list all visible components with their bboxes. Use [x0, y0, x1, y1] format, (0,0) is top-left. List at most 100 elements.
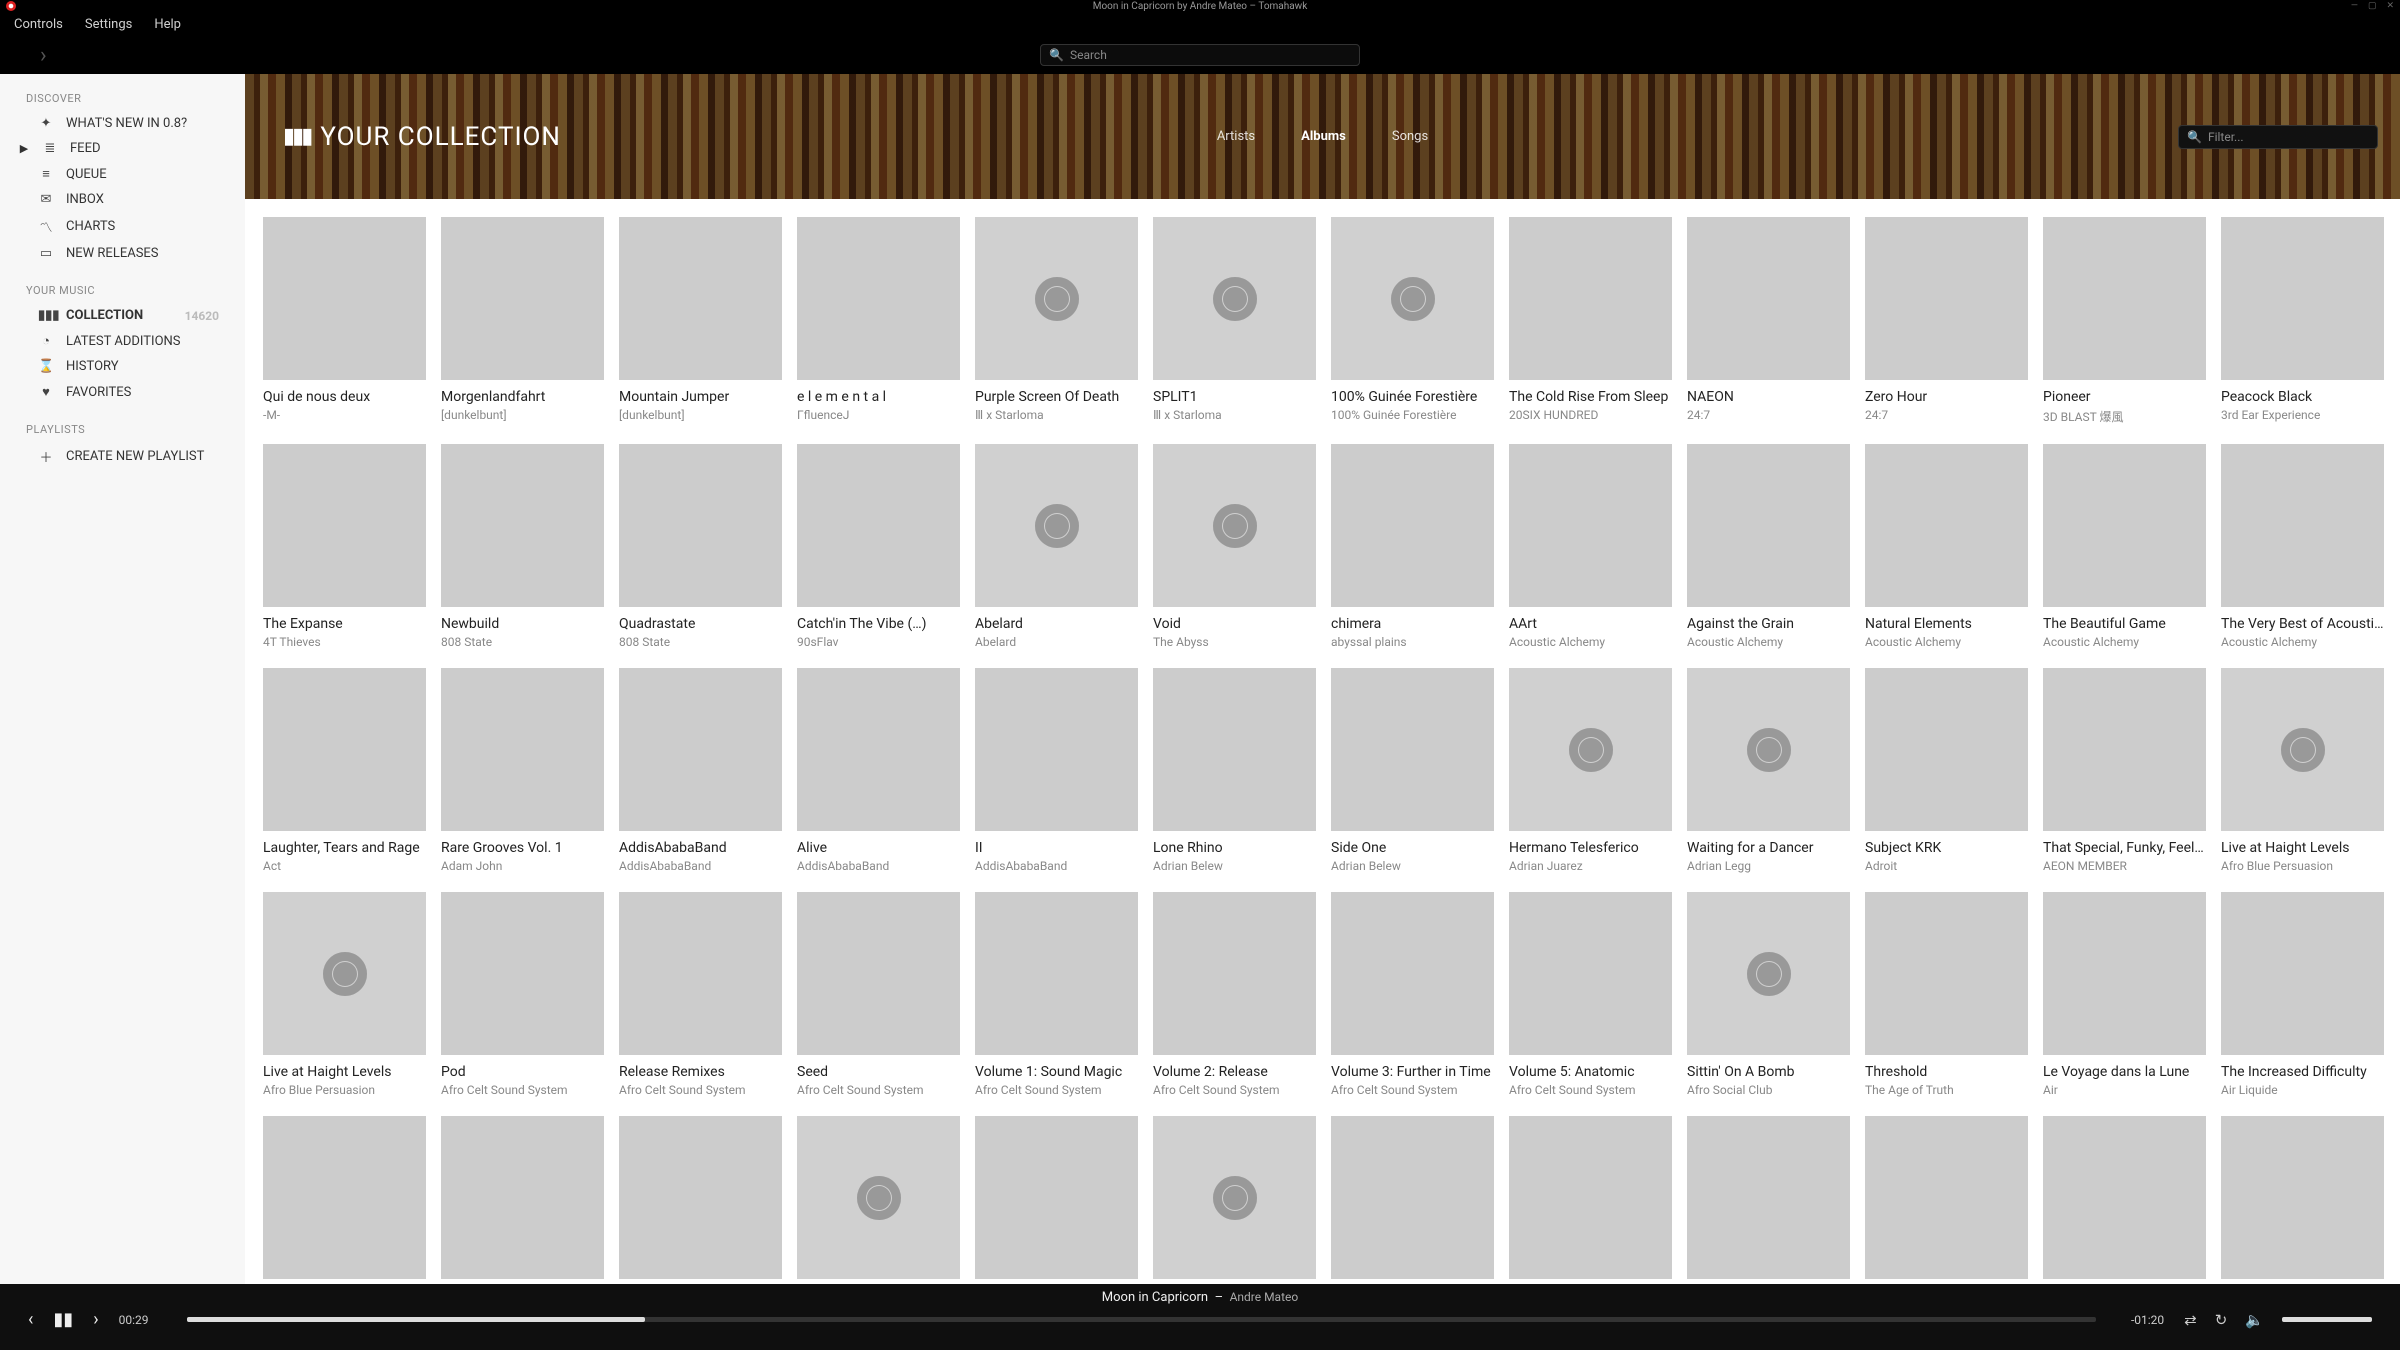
album-cover[interactable] — [619, 668, 782, 831]
album-cell[interactable]: Newbuild808 State — [441, 444, 604, 649]
album-cover[interactable] — [1687, 892, 1850, 1055]
album-cell[interactable] — [1153, 1116, 1316, 1284]
close-icon[interactable]: ✕ — [2386, 1, 2394, 11]
album-cell[interactable]: PodAfro Celt Sound System — [441, 892, 604, 1097]
album-cover[interactable] — [441, 217, 604, 380]
album-cover[interactable] — [263, 1116, 426, 1279]
album-cover[interactable] — [619, 217, 782, 380]
prev-track-button[interactable]: ‹ — [28, 1309, 33, 1330]
album-cover[interactable] — [1687, 444, 1850, 607]
album-cover[interactable] — [975, 1116, 1138, 1279]
album-cover[interactable] — [2221, 217, 2384, 380]
album-cover[interactable] — [1687, 217, 1850, 380]
album-cover[interactable] — [1687, 1116, 1850, 1279]
album-cover[interactable] — [1865, 444, 2028, 607]
album-cell[interactable]: The Beautiful GameAcoustic Alchemy — [2043, 444, 2206, 649]
album-cell[interactable]: Mountain Jumper[dunkelbunt] — [619, 217, 782, 425]
album-cell[interactable] — [263, 1116, 426, 1284]
sidebar-item-charts[interactable]: 〽 CHARTS — [0, 212, 245, 241]
album-cell[interactable]: Hermano TelesfericoAdrian Juarez — [1509, 668, 1672, 873]
album-cover[interactable] — [1153, 668, 1316, 831]
album-cover[interactable] — [1509, 892, 1672, 1055]
album-cell[interactable] — [1687, 1116, 1850, 1284]
album-cell[interactable]: AliveAddisAbabaBand — [797, 668, 960, 873]
album-cover[interactable] — [1865, 1116, 2028, 1279]
album-cover[interactable] — [797, 1116, 960, 1279]
album-cell[interactable]: Sittin' On A BombAfro Social Club — [1687, 892, 1850, 1097]
nav-forward-icon[interactable]: › — [0, 43, 47, 68]
sidebar-item-queue[interactable]: ≡ QUEUE — [0, 161, 245, 187]
album-cell[interactable] — [619, 1116, 782, 1284]
album-cell[interactable]: Live at Haight LevelsAfro Blue Persuasio… — [2221, 668, 2384, 873]
album-cover[interactable] — [263, 217, 426, 380]
album-cover[interactable] — [263, 892, 426, 1055]
album-cover[interactable] — [1331, 217, 1494, 380]
album-cover[interactable] — [441, 892, 604, 1055]
sidebar-item-feed[interactable]: ▶ ≣ FEED — [0, 136, 245, 161]
album-cover[interactable] — [975, 217, 1138, 380]
album-cover[interactable] — [797, 668, 960, 831]
album-cell[interactable]: SeedAfro Celt Sound System — [797, 892, 960, 1097]
album-cover[interactable] — [2221, 892, 2384, 1055]
album-cover[interactable] — [1509, 1116, 1672, 1279]
album-cover[interactable] — [1865, 892, 2028, 1055]
sidebar-item-new-releases[interactable]: ▭ NEW RELEASES — [0, 241, 245, 266]
album-cell[interactable]: VoidThe Abyss — [1153, 444, 1316, 649]
album-cell[interactable]: Rare Grooves Vol. 1Adam John — [441, 668, 604, 873]
album-cover[interactable] — [263, 668, 426, 831]
album-cover[interactable] — [441, 1116, 604, 1279]
album-cell[interactable]: Catch'in The Vibe (…)90sFlav — [797, 444, 960, 649]
album-cell[interactable]: The Expanse4T Thieves — [263, 444, 426, 649]
album-cover[interactable] — [2043, 668, 2206, 831]
album-cell[interactable]: Peacock Black3rd Ear Experience — [2221, 217, 2384, 425]
album-cell[interactable]: Natural ElementsAcoustic Alchemy — [1865, 444, 2028, 649]
window-controls[interactable]: — ▢ ✕ — [2351, 1, 2394, 11]
album-cell[interactable]: Laughter, Tears and RageAct — [263, 668, 426, 873]
album-cell[interactable]: Subject KRKAdroit — [1865, 668, 2028, 873]
album-cell[interactable] — [1331, 1116, 1494, 1284]
album-cover[interactable] — [2043, 892, 2206, 1055]
album-cell[interactable]: Volume 3: Further in TimeAfro Celt Sound… — [1331, 892, 1494, 1097]
mute-button[interactable]: 🔈 — [2245, 1311, 2264, 1329]
album-cover[interactable] — [441, 668, 604, 831]
album-cover[interactable] — [797, 444, 960, 607]
album-cell[interactable]: That Special, Funky, FeelingAEON MEMBER — [2043, 668, 2206, 873]
album-cover[interactable] — [975, 668, 1138, 831]
album-grid-scroll[interactable]: Qui de nous deux-M-Morgenlandfahrt[dunke… — [245, 199, 2400, 1284]
maximize-icon[interactable]: ▢ — [2368, 1, 2377, 11]
album-cell[interactable]: AbelardAbelard — [975, 444, 1138, 649]
album-cell[interactable]: NAEON24:7 — [1687, 217, 1850, 425]
album-cover[interactable] — [2221, 668, 2384, 831]
album-cell[interactable]: The Very Best of Acoustic AlchemyAcousti… — [2221, 444, 2384, 649]
sidebar-item-history[interactable]: ⌛ HISTORY — [0, 354, 245, 379]
album-cell[interactable]: AArtAcoustic Alchemy — [1509, 444, 1672, 649]
repeat-button[interactable]: ↻ — [2215, 1311, 2228, 1329]
album-cover[interactable] — [1153, 217, 1316, 380]
album-cover[interactable] — [2221, 1116, 2384, 1279]
sidebar-item-collection[interactable]: ▮▮▮ COLLECTION 14620 — [0, 303, 245, 328]
album-cover[interactable] — [1331, 892, 1494, 1055]
volume-slider[interactable] — [2282, 1317, 2372, 1322]
shuffle-button[interactable]: ⇄ — [2184, 1311, 2197, 1329]
album-cell[interactable]: Purple Screen Of DeathⅢ x Starloma — [975, 217, 1138, 425]
tab-albums[interactable]: Albums — [1301, 129, 1346, 144]
album-cover[interactable] — [1509, 444, 1672, 607]
album-cell[interactable]: ThresholdThe Age of Truth — [1865, 892, 2028, 1097]
album-cell[interactable]: Live at Haight LevelsAfro Blue Persuasio… — [263, 892, 426, 1097]
album-cell[interactable] — [1865, 1116, 2028, 1284]
album-cover[interactable] — [975, 892, 1138, 1055]
album-cell[interactable]: Morgenlandfahrt[dunkelbunt] — [441, 217, 604, 425]
album-cover[interactable] — [2043, 1116, 2206, 1279]
album-cell[interactable] — [797, 1116, 960, 1284]
sidebar-item-inbox[interactable]: ✉ INBOX — [0, 187, 245, 212]
album-cover[interactable] — [263, 444, 426, 607]
album-cover[interactable] — [619, 892, 782, 1055]
menu-controls[interactable]: Controls — [14, 17, 63, 32]
album-cell[interactable]: Zero Hour24:7 — [1865, 217, 2028, 425]
album-cover[interactable] — [975, 444, 1138, 607]
album-cover[interactable] — [2043, 217, 2206, 380]
album-cover[interactable] — [1509, 217, 1672, 380]
album-cell[interactable]: Volume 2: ReleaseAfro Celt Sound System — [1153, 892, 1316, 1097]
album-cover[interactable] — [1153, 1116, 1316, 1279]
album-cell[interactable]: AddisAbabaBandAddisAbabaBand — [619, 668, 782, 873]
